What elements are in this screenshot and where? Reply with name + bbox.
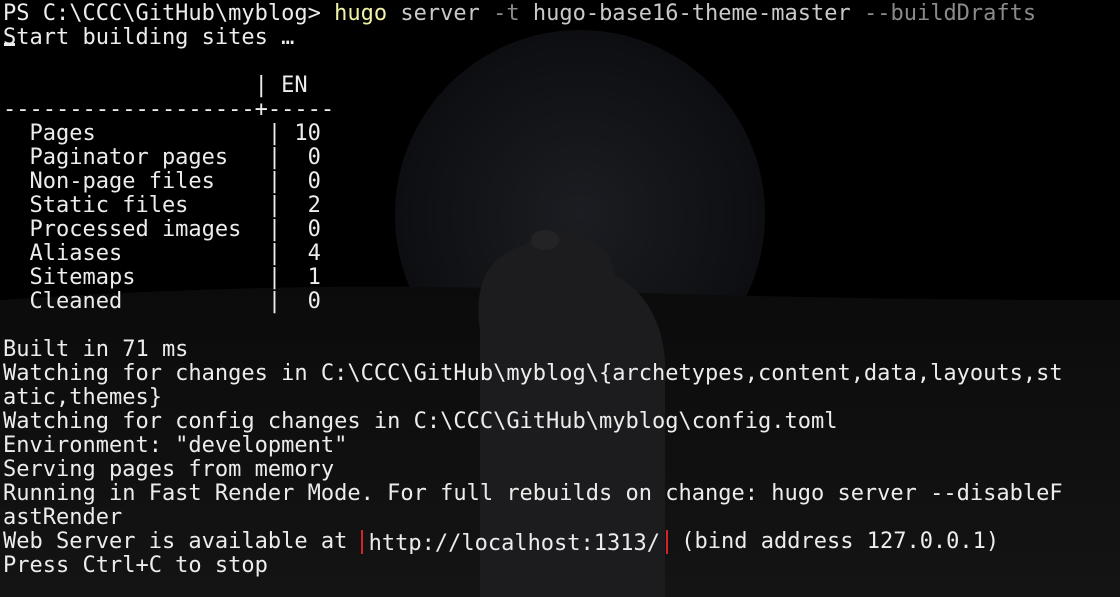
- environment-line: Environment: "development": [3, 434, 348, 458]
- stats-row: Static files | 2: [3, 194, 321, 218]
- stats-row: Sitemaps | 1: [3, 266, 321, 290]
- watching-line-wrap: atic,themes}: [3, 386, 162, 410]
- watching-line: Watching for changes in C:\CCC\GitHub\my…: [3, 362, 1063, 386]
- fast-render-line: Running in Fast Render Mode. For full re…: [3, 482, 1063, 506]
- stats-row: Aliases | 4: [3, 242, 321, 266]
- terminal-window[interactable]: PS C:\CCC\GitHub\myblog> hugo server -t …: [0, 0, 1120, 597]
- web-server-prefix: Web Server is available at: [3, 530, 361, 554]
- command-subcommand: server: [387, 2, 494, 26]
- localhost-url-highlight[interactable]: http://localhost:1313/: [360, 530, 669, 554]
- stats-row: Pages | 10: [3, 122, 321, 146]
- stats-separator: -------------------+-----: [3, 98, 335, 122]
- terminal-output: PS C:\CCC\GitHub\myblog> hugo server -t …: [0, 0, 1120, 578]
- stats-header: | EN: [3, 74, 308, 98]
- serving-line: Serving pages from memory: [3, 458, 335, 482]
- text-cursor: [4, 43, 15, 46]
- bind-address: (bind address 127.0.0.1): [668, 530, 1000, 554]
- prompt: PS C:\CCC\GitHub\myblog>: [3, 2, 335, 26]
- web-server-line: Web Server is available at http://localh…: [3, 530, 1120, 554]
- command-line: PS C:\CCC\GitHub\myblog> hugo server -t …: [3, 2, 1120, 26]
- command-flag-drafts: --buildDrafts: [863, 2, 1037, 26]
- command-theme: hugo-base16-theme-master: [519, 2, 864, 26]
- stats-row: Processed images | 0: [3, 218, 321, 242]
- fast-render-line-wrap: astRender: [3, 506, 123, 530]
- stop-line: Press Ctrl+C to stop: [3, 554, 268, 578]
- stats-row: Cleaned | 0: [3, 290, 321, 314]
- watching-config-line: Watching for config changes in C:\CCC\Gi…: [3, 410, 838, 434]
- stats-row: Non-page files | 0: [3, 170, 321, 194]
- stats-row: Paginator pages | 0: [3, 146, 321, 170]
- built-line: Built in 71 ms: [3, 338, 189, 362]
- command-program: hugo: [334, 2, 388, 26]
- building-line: Start building sites …: [3, 26, 295, 50]
- localhost-url[interactable]: http://localhost:1313/: [369, 531, 660, 554]
- command-flag-t: -t: [493, 2, 520, 26]
